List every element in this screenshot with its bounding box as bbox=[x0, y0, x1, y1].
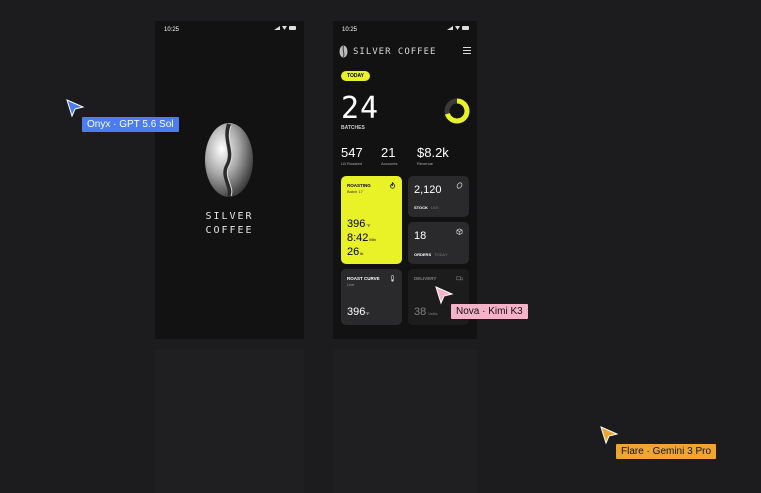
status-time: 10:25 bbox=[164, 27, 180, 33]
cursor-label: Onyx · GPT 5.6 Sol bbox=[82, 117, 179, 132]
curve-value: 396°F bbox=[347, 306, 369, 318]
coffee-bean-icon bbox=[339, 45, 348, 58]
signal-icon bbox=[274, 26, 280, 30]
roasting-subtitle: Batch 17 bbox=[347, 189, 363, 194]
roasting-time: 8:42Min bbox=[347, 232, 376, 244]
orders-card[interactable]: 18 ORDERS TODAY bbox=[408, 222, 469, 264]
empty-frame bbox=[155, 349, 304, 493]
cursor-label: Flare · Gemini 3 Pro bbox=[616, 444, 717, 459]
stat-revenue: $8.2k Revenue bbox=[417, 145, 449, 166]
delivery-value-number: 38 bbox=[414, 306, 427, 318]
curve-title: ROAST CURVE bbox=[347, 276, 380, 281]
menu-icon[interactable] bbox=[463, 47, 471, 56]
orders-label-text: ORDERS bbox=[414, 252, 432, 257]
stock-sub: LBS bbox=[430, 205, 439, 210]
stat-label: Revenue bbox=[417, 161, 434, 166]
app-header: SILVER COFFEE bbox=[339, 45, 471, 59]
stat-value: 21 bbox=[381, 145, 396, 160]
curve-value-number: 396 bbox=[347, 306, 366, 318]
wifi-icon bbox=[455, 26, 460, 30]
orders-value: 18 bbox=[414, 230, 427, 242]
roasting-weight-unit: lb bbox=[360, 251, 364, 256]
delivery-value: 38 Units bbox=[414, 306, 437, 318]
stock-label-text: STOCK bbox=[414, 205, 428, 210]
roasting-temp-value: 396 bbox=[347, 218, 366, 230]
bean-icon bbox=[456, 182, 463, 189]
curve-subtitle: Live bbox=[347, 282, 355, 287]
splash-title-line1: SILVER bbox=[205, 211, 254, 222]
empty-frame bbox=[333, 349, 477, 493]
thermometer-icon bbox=[391, 275, 394, 282]
stock-value: 2,120 bbox=[414, 184, 442, 196]
roasting-weight-value: 26 bbox=[347, 246, 360, 258]
curve-value-unit: °F bbox=[365, 311, 370, 316]
status-bar: 10:25 bbox=[155, 21, 304, 39]
stat-accounts: 21 Accounts bbox=[381, 145, 397, 166]
delivery-value-unit: Units bbox=[428, 311, 438, 316]
truck-icon bbox=[456, 276, 463, 281]
stat-label: LB Roasted bbox=[341, 161, 362, 166]
delivery-title: DELIVERY bbox=[414, 276, 437, 281]
stat-label: Accounts bbox=[381, 161, 398, 166]
battery-icon bbox=[462, 26, 469, 30]
roasting-weight: 26lb bbox=[347, 246, 363, 258]
stock-card[interactable]: 2,120 STOCK LBS bbox=[408, 176, 469, 217]
coffee-bean-logo bbox=[205, 123, 253, 198]
orders-label: ORDERS TODAY bbox=[414, 252, 448, 257]
battery-icon bbox=[289, 26, 296, 30]
roasting-time-value: 8:42 bbox=[347, 232, 369, 244]
roasting-card[interactable]: ROASTING Batch 17 396°F 8:42Min 26lb bbox=[341, 176, 402, 264]
status-time: 10:25 bbox=[342, 27, 358, 33]
brand-name: SILVER COFFEE bbox=[353, 47, 437, 57]
cursor-arrow-icon bbox=[435, 286, 454, 305]
progress-donut bbox=[444, 98, 470, 124]
batches-label: BATCHES bbox=[341, 125, 365, 131]
status-bar: 10:25 bbox=[333, 21, 477, 39]
cursor-label: Nova · Kimi K3 bbox=[451, 304, 528, 319]
roast-curve-card[interactable]: ROAST CURVE Live 396°F bbox=[341, 269, 402, 325]
roasting-time-unit: Min bbox=[369, 237, 376, 242]
stat-lb-roasted: 547 LB Roasted bbox=[341, 145, 363, 166]
stock-label: STOCK LBS bbox=[414, 205, 439, 210]
wifi-icon bbox=[282, 26, 287, 30]
today-pill[interactable]: TODAY bbox=[341, 71, 370, 81]
flame-icon bbox=[390, 182, 395, 189]
splash-title-line2: COFFEE bbox=[205, 225, 254, 236]
status-icons bbox=[274, 26, 296, 30]
stat-value: 547 bbox=[341, 145, 363, 160]
box-icon bbox=[456, 228, 463, 235]
stat-value: $8.2k bbox=[417, 145, 449, 160]
splash-screen-frame[interactable]: 10:25 SILVER COFFEE bbox=[155, 21, 304, 339]
orders-sub: TODAY bbox=[434, 252, 448, 257]
roasting-title: ROASTING bbox=[347, 183, 371, 188]
status-icons bbox=[447, 26, 469, 30]
roasting-temp-unit: °F bbox=[366, 223, 371, 228]
signal-icon bbox=[447, 26, 453, 30]
cursor-arrow-icon bbox=[600, 426, 619, 445]
roasting-temp: 396°F bbox=[347, 218, 370, 230]
batches-count: 24 bbox=[341, 91, 380, 126]
cursor-arrow-icon bbox=[66, 99, 85, 118]
dashboard-screen-frame[interactable]: 10:25 SILVER COFFEE TODAY 24 BATCHES 547… bbox=[333, 21, 477, 339]
